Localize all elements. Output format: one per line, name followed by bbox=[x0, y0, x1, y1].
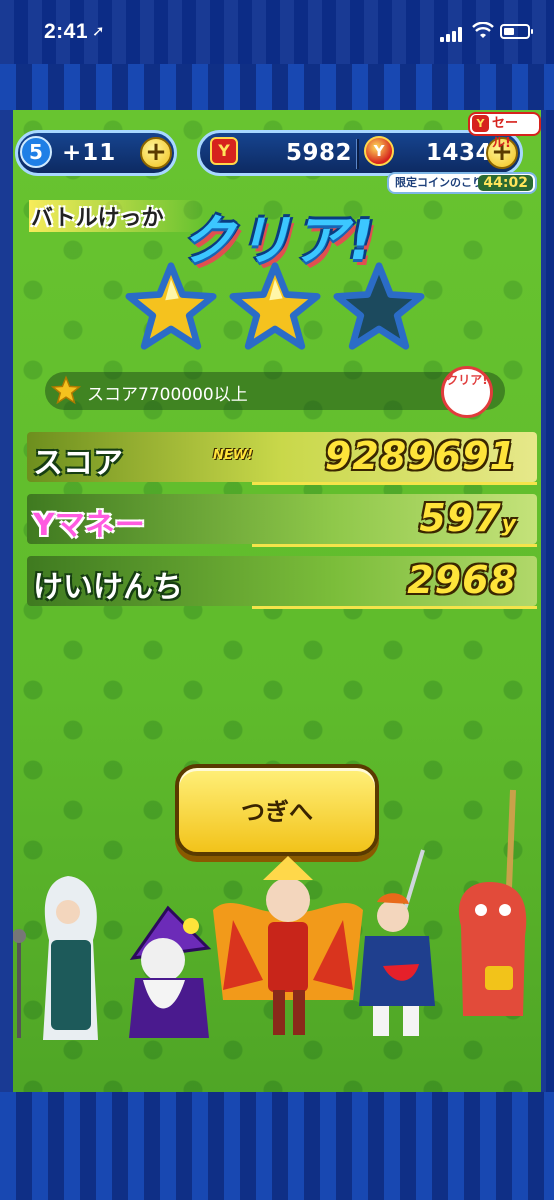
money-value: 5982 bbox=[286, 140, 353, 166]
character-fish-yokai-image bbox=[458, 789, 527, 1016]
star-icon-3-empty bbox=[331, 260, 427, 352]
signal-icon bbox=[440, 26, 464, 42]
location-arrow-icon: ➚ bbox=[92, 23, 105, 40]
limited-coin-box: 限定コインのこり 44:02 bbox=[387, 172, 537, 194]
exp-value: 2968 bbox=[407, 558, 517, 602]
ymoney-label: Yマネー bbox=[33, 508, 145, 543]
stamina-icon: 5 bbox=[20, 136, 52, 168]
wifi-icon bbox=[472, 22, 494, 38]
clear-condition-bar: スコア7700000以上 bbox=[45, 372, 505, 410]
exp-row: けいけんち 2968 bbox=[27, 556, 537, 609]
status-time: 2:41 bbox=[44, 20, 89, 43]
bottom-frame-band bbox=[0, 1092, 554, 1200]
sale-badge[interactable]: Y セール! bbox=[468, 112, 541, 151]
exp-label: けいけんち bbox=[33, 570, 183, 605]
ymoney-unit: y bbox=[501, 512, 517, 537]
top-frame-band bbox=[0, 64, 554, 110]
stamina-pill: 5 +11 + bbox=[15, 130, 177, 176]
star-icon-1 bbox=[123, 260, 219, 352]
game-screen: 5 +11 + Y 5982 Y 14345 + Y セール! 限定コインのこり… bbox=[13, 110, 541, 1092]
ymoney-value-wrap: 597y bbox=[419, 496, 517, 540]
cleared-stamp-label: クリア! bbox=[446, 373, 488, 387]
add-stamina-button[interactable]: + bbox=[140, 137, 172, 169]
condition-star-icon bbox=[51, 375, 81, 405]
currency-pill: Y 5982 Y 14345 + bbox=[197, 130, 523, 176]
cleared-stamp-icon: クリア! bbox=[441, 366, 493, 418]
ymoney-icon: Y bbox=[210, 137, 238, 165]
ymoney-row: Yマネー 597y bbox=[27, 494, 537, 547]
sale-y-icon: Y bbox=[472, 115, 489, 132]
score-row: スコア NEW! 9289691 bbox=[27, 432, 537, 485]
score-label: スコア bbox=[33, 446, 123, 481]
battle-result-label: バトルけっか bbox=[29, 200, 204, 232]
next-button[interactable]: つぎへ bbox=[175, 764, 379, 856]
next-button-label: つぎへ bbox=[241, 798, 313, 826]
new-badge: NEW! bbox=[213, 448, 254, 463]
character-sage-image bbox=[13, 876, 98, 1040]
ymoney-value: 597 bbox=[419, 496, 502, 540]
pill-divider bbox=[356, 139, 359, 169]
limited-coin-label: 限定コインのこり bbox=[395, 176, 483, 189]
coin-icon: Y bbox=[364, 136, 394, 166]
battery-icon bbox=[500, 24, 533, 39]
limited-coin-timer: 44:02 bbox=[478, 175, 533, 191]
character-samurai-image bbox=[359, 849, 435, 1036]
condition-text: スコア7700000以上 bbox=[87, 385, 248, 405]
star-icon-2 bbox=[227, 260, 323, 352]
score-value: 9289691 bbox=[324, 434, 517, 478]
stamina-bonus: +11 bbox=[62, 140, 117, 166]
status-bar: 2:41 ➚ bbox=[0, 0, 554, 64]
